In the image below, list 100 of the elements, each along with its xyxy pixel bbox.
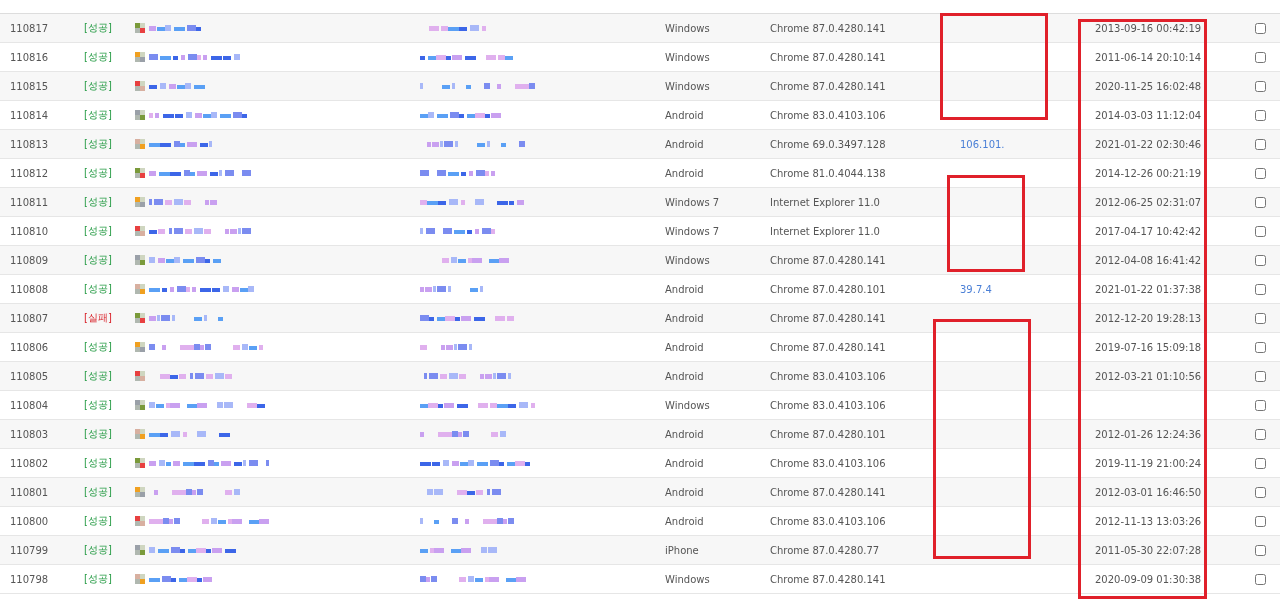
browser-name: Chrome 87.0.4280.101 — [769, 283, 887, 295]
browser-name: Chrome 81.0.4044.138 — [769, 167, 887, 179]
browser-name: Chrome 83.0.4103.106 — [769, 515, 887, 527]
os-name: Android — [664, 283, 705, 295]
row-checkbox[interactable] — [1255, 109, 1266, 121]
os-name: Windows — [664, 399, 711, 411]
login-status: [성공] — [84, 572, 113, 586]
browser-name: Chrome 87.0.4280.141 — [769, 22, 887, 34]
login-date: 2011-05-30 22:07:28 — [1094, 544, 1203, 556]
avatar-icon — [135, 23, 145, 33]
browser-name: Chrome 83.0.4103.106 — [769, 109, 887, 121]
row-checkbox[interactable] — [1255, 515, 1266, 527]
login-date: 2012-06-25 02:31:07 — [1094, 196, 1203, 208]
login-date: 2014-03-03 11:12:04 — [1094, 109, 1203, 121]
row-number: 110811 — [9, 196, 50, 208]
os-name: Android — [664, 370, 705, 382]
login-status: [성공] — [84, 137, 113, 151]
row-number: 110817 — [9, 22, 50, 34]
row-checkbox[interactable] — [1255, 457, 1266, 469]
row-number: 110806 — [9, 341, 50, 353]
os-name: Windows — [664, 254, 711, 266]
row-checkbox[interactable] — [1255, 573, 1266, 585]
os-name: Android — [664, 428, 705, 440]
row-number: 110809 — [9, 254, 50, 266]
ip-address[interactable]: 39.7.4 — [950, 283, 1085, 295]
avatar-icon — [135, 255, 145, 265]
row-number: 110812 — [9, 167, 50, 179]
os-name: Android — [664, 341, 705, 353]
login-date: 2012-03-01 16:46:50 — [1094, 486, 1203, 498]
os-name: Android — [664, 109, 705, 121]
row-checkbox[interactable] — [1255, 138, 1266, 150]
row-checkbox[interactable] — [1255, 399, 1266, 411]
avatar-icon — [135, 81, 145, 91]
row-checkbox[interactable] — [1255, 370, 1266, 382]
row-number: 110807 — [9, 312, 50, 324]
login-status: [성공] — [84, 50, 113, 64]
login-date: 2017-04-17 10:42:42 — [1094, 225, 1203, 237]
os-name: Windows — [664, 573, 711, 585]
row-number: 110810 — [9, 225, 50, 237]
avatar-icon — [135, 197, 145, 207]
login-date: 2012-11-13 13:03:26 — [1094, 515, 1203, 527]
row-checkbox[interactable] — [1255, 283, 1266, 295]
row-checkbox[interactable] — [1255, 544, 1266, 556]
redacted-text-drawing — [149, 575, 212, 583]
row-checkbox[interactable] — [1255, 312, 1266, 324]
avatar-icon — [135, 342, 145, 352]
row-number: 110804 — [9, 399, 50, 411]
ip-address[interactable]: 106.101. — [950, 138, 1085, 150]
login-status: [성공] — [84, 456, 113, 470]
login-date: 2012-03-21 01:10:56 — [1094, 370, 1203, 382]
os-name: Windows — [664, 80, 711, 92]
os-name: Windows — [664, 22, 711, 34]
avatar-icon — [135, 400, 145, 410]
row-number: 110808 — [9, 283, 50, 295]
row-checkbox[interactable] — [1255, 254, 1266, 266]
avatar-icon — [135, 168, 145, 178]
login-status: [성공] — [84, 398, 113, 412]
row-checkbox[interactable] — [1255, 80, 1266, 92]
login-status: [성공] — [84, 485, 113, 499]
os-name: Windows 7 — [664, 225, 721, 237]
row-number: 110813 — [9, 138, 50, 150]
row-checkbox[interactable] — [1255, 486, 1266, 498]
row-checkbox[interactable] — [1255, 225, 1266, 237]
avatar-icon — [135, 487, 145, 497]
login-date: 2021-01-22 01:37:38 — [1094, 283, 1203, 295]
login-status: [성공] — [84, 340, 113, 354]
row-number: 110814 — [9, 109, 50, 121]
row-checkbox[interactable] — [1255, 22, 1266, 34]
row-checkbox[interactable] — [1255, 167, 1266, 179]
os-name: iPhone — [664, 544, 700, 556]
avatar-icon — [135, 139, 145, 149]
login-date: 2011-06-14 20:10:14 — [1094, 51, 1203, 63]
login-date: 2020-11-25 16:02:48 — [1094, 80, 1203, 92]
login-date: 2020-09-09 01:30:38 — [1094, 573, 1203, 585]
login-date: 2021-01-22 02:30:46 — [1094, 138, 1203, 150]
login-date: 2012-12-20 19:28:13 — [1094, 312, 1203, 324]
avatar-icon — [135, 110, 145, 120]
browser-name: Chrome 83.0.4103.106 — [769, 399, 887, 411]
avatar-icon — [135, 516, 145, 526]
row-number: 110800 — [9, 515, 50, 527]
browser-name: Chrome 87.0.4280.141 — [769, 573, 887, 585]
login-status: [성공] — [84, 195, 113, 209]
browser-name: Chrome 83.0.4103.106 — [769, 370, 887, 382]
os-name: Android — [664, 167, 705, 179]
login-status: [성공] — [84, 21, 113, 35]
row-checkbox[interactable] — [1255, 51, 1266, 63]
login-status: [성공] — [84, 514, 113, 528]
row-checkbox[interactable] — [1255, 428, 1266, 440]
login-date: 2019-07-16 15:09:18 — [1094, 341, 1203, 353]
row-number: 110798 — [9, 573, 50, 585]
browser-name: Chrome 87.0.4280.141 — [769, 312, 887, 324]
row-number: 110799 — [9, 544, 50, 556]
login-status: [성공] — [84, 166, 113, 180]
login-status: [성공] — [84, 543, 113, 557]
browser-name: Chrome 87.0.4280.141 — [769, 80, 887, 92]
row-checkbox[interactable] — [1255, 341, 1266, 353]
row-number: 110802 — [9, 457, 50, 469]
browser-name: Chrome 87.0.4280.141 — [769, 51, 887, 63]
avatar-icon — [135, 226, 145, 236]
row-checkbox[interactable] — [1255, 196, 1266, 208]
